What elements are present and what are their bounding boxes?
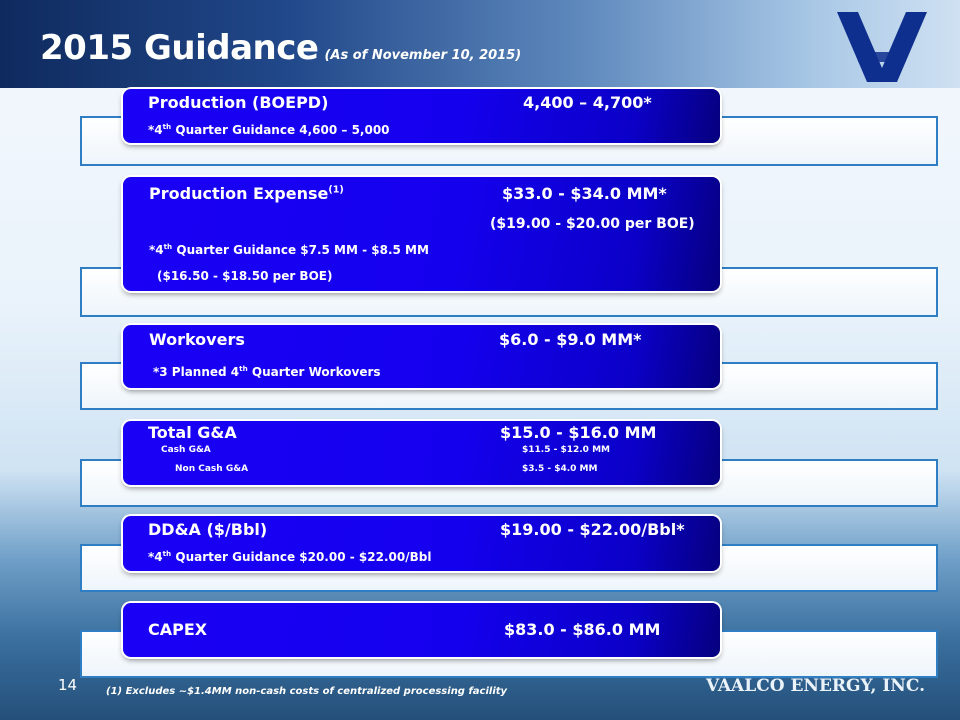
capex-box: CAPEX $83.0 - $86.0 MM xyxy=(123,603,720,657)
page-subtitle: (As of November 10, 2015) xyxy=(324,48,522,63)
dda-box: DD&A ($/Bbl) $19.00 - $22.00/Bbl* *4th Q… xyxy=(123,516,720,571)
page-title: 2015 Guidance (As of November 10, 2015) xyxy=(40,28,522,68)
dda-note: *4th Quarter Guidance $20.00 - $22.00/Bb… xyxy=(148,549,432,564)
non-cash-ga-label: Non Cash G&A xyxy=(175,464,249,474)
production-expense-note: *4th Quarter Guidance $7.5 MM - $8.5 MM xyxy=(149,242,429,257)
company-name: VAALCO ENERGY, INC. xyxy=(706,676,925,696)
footnote: (1) Excludes ~$1.4MM non-cash costs of c… xyxy=(106,686,508,697)
production-expense-box: Production Expense(1) $33.0 - $34.0 MM* … xyxy=(123,177,720,291)
workovers-box: Workovers $6.0 - $9.0 MM* *3 Planned 4th… xyxy=(123,325,720,388)
production-expense-label: Production Expense(1) xyxy=(149,184,344,203)
workovers-label: Workovers xyxy=(149,330,245,349)
dda-value: $19.00 - $22.00/Bbl* xyxy=(500,520,685,539)
vaalco-logo-icon xyxy=(837,12,927,82)
total-ga-box: Total G&A $15.0 - $16.0 MM Cash G&A $11.… xyxy=(123,421,720,485)
cash-ga-label: Cash G&A xyxy=(161,445,211,455)
non-cash-ga-value: $3.5 - $4.0 MM xyxy=(522,464,598,474)
cash-ga-value: $11.5 - $12.0 MM xyxy=(522,445,610,455)
page-number: 14 xyxy=(58,676,78,694)
production-expense-value: $33.0 - $34.0 MM* xyxy=(502,184,667,203)
capex-value: $83.0 - $86.0 MM xyxy=(504,620,661,639)
capex-label: CAPEX xyxy=(148,620,208,639)
workovers-note: *3 Planned 4th Quarter Workovers xyxy=(153,364,381,379)
production-expense-per-boe: ($19.00 - $20.00 per BOE) xyxy=(490,216,695,232)
production-label: Production (BOEPD) xyxy=(148,93,329,112)
workovers-value: $6.0 - $9.0 MM* xyxy=(499,330,642,349)
production-box: Production (BOEPD) 4,400 – 4,700* *4th Q… xyxy=(123,89,720,143)
total-ga-label: Total G&A xyxy=(148,423,237,442)
production-expense-note-boe: ($16.50 - $18.50 per BOE) xyxy=(157,269,333,283)
production-note: *4th Quarter Guidance 4,600 – 5,000 xyxy=(148,122,390,137)
total-ga-value: $15.0 - $16.0 MM xyxy=(500,423,657,442)
dda-label: DD&A ($/Bbl) xyxy=(148,520,268,539)
production-value: 4,400 – 4,700* xyxy=(523,93,652,112)
